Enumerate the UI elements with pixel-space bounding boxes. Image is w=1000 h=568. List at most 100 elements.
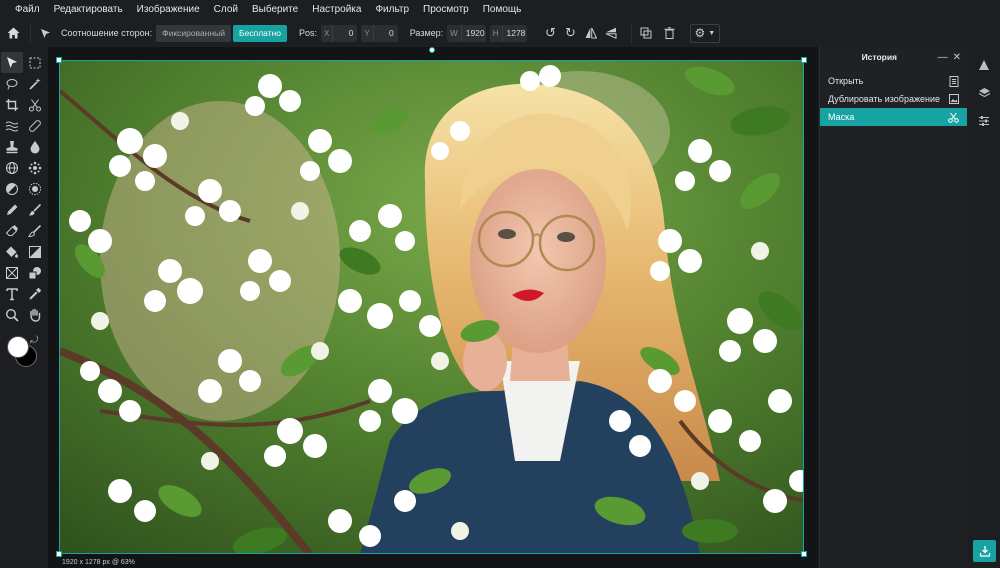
menu-select[interactable]: Выберите [245, 0, 305, 19]
zoom-tool[interactable] [1, 304, 23, 325]
color-replace-tool[interactable] [24, 220, 46, 241]
home-button[interactable] [0, 19, 26, 47]
resize-handle-tr[interactable] [801, 57, 807, 63]
pos-y-field[interactable]: Y 0 [361, 24, 398, 42]
image-canvas[interactable] [59, 60, 804, 554]
options-bar: Соотношение сторон: Фиксированный Беспла… [0, 19, 1000, 47]
menu-edit[interactable]: Редактировать [47, 0, 130, 19]
aspect-ratio-label: Соотношение сторон: [61, 28, 153, 38]
history-item-label: Маска [828, 112, 855, 122]
trash-icon[interactable] [660, 23, 680, 43]
right-panel-strip [968, 47, 1000, 568]
rotate-left-icon[interactable]: ↺ [541, 23, 561, 43]
stamp-icon [6, 140, 18, 153]
size-w-field[interactable]: W 1920 [447, 24, 486, 42]
arrow-cursor-icon [7, 56, 17, 68]
sliders-icon [979, 116, 989, 126]
cut-tool[interactable] [24, 94, 46, 115]
x-prefix: X [321, 24, 334, 42]
hand-tool[interactable] [24, 304, 46, 325]
w-value[interactable]: 1920 [462, 28, 486, 38]
divider [30, 23, 31, 43]
bandage-icon [29, 119, 41, 132]
history-item-duplicate[interactable]: Дублировать изображение [820, 90, 967, 108]
color-swatches: ⤾ [0, 333, 48, 373]
brush-tool[interactable] [24, 199, 46, 220]
gradient-tool[interactable] [24, 241, 46, 262]
history-item-mask[interactable]: Маска [820, 108, 967, 126]
menu-adjust[interactable]: Настройка [305, 0, 368, 19]
canvas-status: 1920 x 1278 px @ 63% [62, 559, 135, 566]
x-value[interactable]: 0 [333, 28, 357, 38]
pointer-icon [35, 23, 55, 43]
flip-vertical-icon[interactable] [601, 23, 621, 43]
scissors-icon [29, 98, 41, 111]
resize-handle-bl[interactable] [56, 551, 62, 557]
layers-panel-toggle[interactable] [968, 79, 1000, 107]
gradient-icon [29, 245, 41, 258]
swap-colors-icon[interactable]: ⤾ [30, 335, 38, 346]
magnifier-icon [5, 308, 19, 322]
settings-dropdown[interactable]: ⚙ ▼ [689, 23, 721, 43]
crop-tool[interactable] [1, 94, 23, 115]
burn-tool[interactable] [24, 178, 46, 199]
sponge-tool[interactable] [1, 157, 23, 178]
liquify-tool[interactable] [1, 115, 23, 136]
replace-brush-icon [28, 224, 42, 237]
history-item-label: Дублировать изображение [828, 94, 940, 104]
menu-image[interactable]: Изображение [130, 0, 207, 19]
menu-layer[interactable]: Слой [207, 0, 245, 19]
eraser-icon [5, 224, 18, 236]
smudge-tool[interactable] [24, 157, 46, 178]
adjustments-panel-toggle[interactable] [968, 107, 1000, 135]
foreground-color-swatch[interactable] [7, 336, 29, 358]
healing-tool[interactable] [24, 115, 46, 136]
rotate-right-icon[interactable]: ↻ [561, 23, 581, 43]
flip-horizontal-icon[interactable] [581, 23, 601, 43]
aspect-free-toggle[interactable]: Бесплатно [233, 24, 288, 42]
character-panel-toggle[interactable] [968, 51, 1000, 79]
canvas-workspace[interactable] [48, 47, 818, 568]
blur-tool[interactable] [24, 136, 46, 157]
lasso-tool[interactable] [1, 73, 23, 94]
resize-handle-tl[interactable] [56, 57, 62, 63]
aspect-fixed-toggle[interactable]: Фиксированный [156, 24, 232, 42]
resize-handle-top[interactable] [429, 47, 435, 53]
pos-x-field[interactable]: X 0 [321, 24, 358, 42]
menu-help[interactable]: Помощь [476, 0, 529, 19]
scissors-icon [948, 112, 959, 123]
history-panel: История — ✕ Открыть Дублировать изображе… [819, 47, 967, 568]
shape-tool[interactable] [24, 262, 46, 283]
photo-image [60, 61, 803, 553]
menu-filter[interactable]: Фильтр [368, 0, 416, 19]
history-item-open[interactable]: Открыть [820, 72, 967, 90]
h-value[interactable]: 1278 [503, 28, 527, 38]
hand-icon [30, 308, 41, 322]
duplicate-icon[interactable] [636, 23, 656, 43]
chevron-down-icon: ▼ [708, 29, 716, 37]
marquee-tool[interactable] [24, 52, 46, 73]
lasso-icon [6, 78, 18, 90]
waves-icon [5, 121, 19, 131]
eyedropper-tool[interactable] [24, 283, 46, 304]
transform-tool[interactable] [1, 262, 23, 283]
resize-handle-br[interactable] [801, 551, 807, 557]
size-h-field[interactable]: H 1278 [489, 24, 527, 42]
stamp-tool[interactable] [1, 136, 23, 157]
paint-bucket-icon [6, 246, 18, 258]
menu-view[interactable]: Просмотр [416, 0, 476, 19]
fill-tool[interactable] [1, 241, 23, 262]
minimize-icon[interactable]: — [938, 52, 948, 63]
close-icon[interactable]: ✕ [953, 52, 961, 63]
marquee-icon [29, 57, 41, 68]
menu-file[interactable]: Файл [8, 0, 47, 19]
move-tool[interactable] [1, 52, 23, 73]
export-button[interactable] [973, 540, 996, 562]
pencil-icon [7, 204, 18, 215]
y-value[interactable]: 0 [374, 28, 398, 38]
magic-wand-tool[interactable] [24, 73, 46, 94]
dodge-tool[interactable] [1, 178, 23, 199]
pencil-tool[interactable] [1, 199, 23, 220]
eraser-tool[interactable] [1, 220, 23, 241]
text-tool[interactable] [1, 283, 23, 304]
